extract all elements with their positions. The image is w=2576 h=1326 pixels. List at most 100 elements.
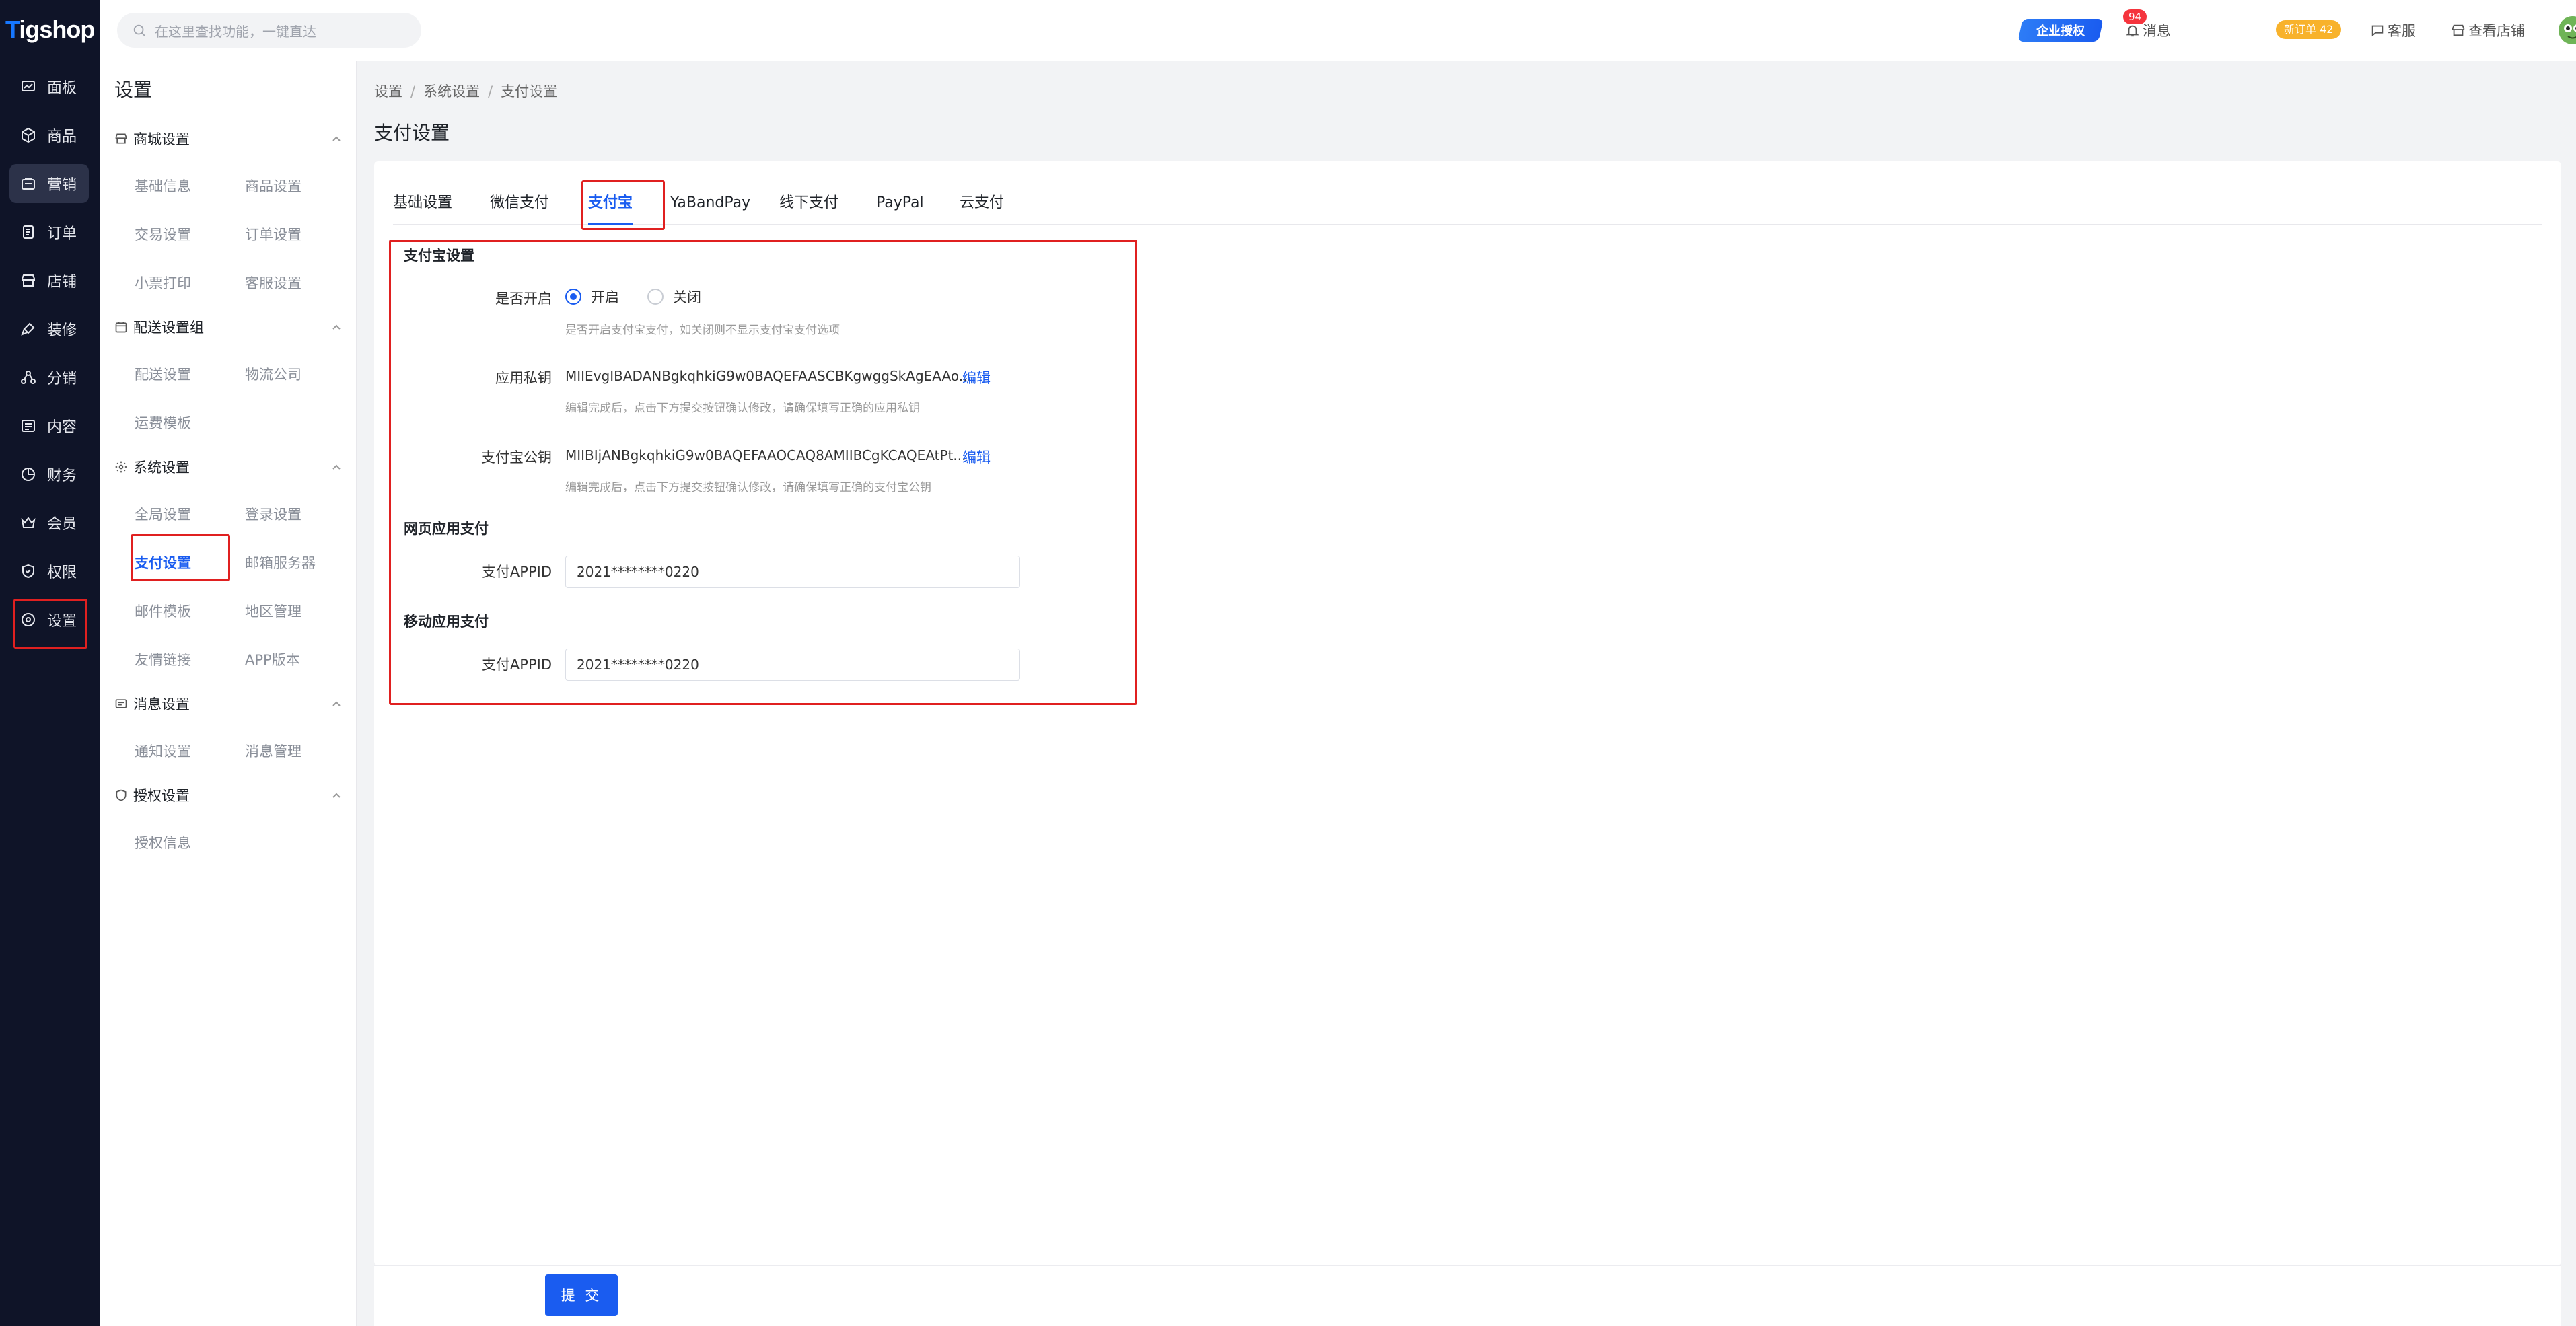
rail-item-finance[interactable]: 财务 bbox=[9, 455, 89, 494]
search-icon bbox=[133, 24, 145, 36]
chevron-up-icon bbox=[332, 793, 341, 798]
group-mall-settings[interactable]: 商城设置 bbox=[114, 125, 343, 152]
tab-paypal[interactable]: PayPal bbox=[876, 190, 924, 225]
document-icon bbox=[23, 225, 34, 239]
label-mobile-appid: 支付APPID bbox=[481, 657, 552, 673]
rail-item-permissions[interactable]: 权限 bbox=[9, 552, 89, 591]
chevron-up-icon bbox=[332, 701, 341, 706]
rail-item-content[interactable]: 内容 bbox=[9, 406, 89, 445]
chevron-up-icon bbox=[332, 464, 341, 470]
label-public-key: 支付宝公钥 bbox=[481, 449, 552, 466]
breadcrumb-separator: / bbox=[488, 83, 493, 100]
web-appid-input[interactable] bbox=[565, 556, 1020, 588]
sidebar-item-message-management[interactable]: 消息管理 bbox=[245, 737, 301, 764]
group-license-settings[interactable]: 授权设置 bbox=[114, 782, 343, 809]
sidebar-item-notification-settings[interactable]: 通知设置 bbox=[135, 737, 191, 764]
tab-cloud-pay[interactable]: 云支付 bbox=[960, 190, 1004, 225]
rail-item-orders[interactable]: 订单 bbox=[9, 213, 89, 252]
radio-circle bbox=[565, 289, 581, 305]
sidebar-item-app-version[interactable]: APP版本 bbox=[245, 646, 300, 673]
tab-alipay[interactable]: 支付宝 bbox=[588, 190, 633, 225]
footer-action-bar: 提 交 bbox=[374, 1265, 2561, 1326]
crown-icon bbox=[21, 517, 36, 528]
dashboard-icon bbox=[22, 81, 35, 91]
public-key-value: MIIBIjANBgkqhkiG9w0BAQEFAAOCAQ8AMIIBCgKC… bbox=[565, 447, 966, 464]
shield-icon bbox=[116, 789, 127, 801]
help-public-key: 编辑完成后，点击下方提交按钮确认修改，请确保填写正确的支付宝公钥 bbox=[565, 481, 931, 494]
sidebar-item-product-settings[interactable]: 商品设置 bbox=[245, 172, 301, 199]
tab-wechat-pay[interactable]: 微信支付 bbox=[490, 190, 549, 225]
group-delivery-settings[interactable]: 配送设置组 bbox=[114, 314, 343, 340]
tab-basic[interactable]: 基础设置 bbox=[393, 190, 452, 225]
global-search[interactable]: 在这里查找功能，一键直达 bbox=[117, 13, 421, 48]
store-icon bbox=[2452, 24, 2465, 36]
enterprise-license-badge[interactable]: 企业授权 bbox=[2017, 19, 2104, 42]
rail-item-decoration[interactable]: 装修 bbox=[9, 309, 89, 348]
tab-yabandpay[interactable]: YaBandPay bbox=[670, 190, 750, 225]
label-private-key: 应用私钥 bbox=[495, 370, 552, 386]
rail-item-marketing[interactable]: 营销 bbox=[9, 164, 89, 203]
sidebar-item-service-settings[interactable]: 客服设置 bbox=[245, 269, 301, 296]
view-store-link[interactable]: 查看店铺 bbox=[2451, 17, 2525, 43]
pie-chart-icon bbox=[22, 468, 35, 481]
customer-service-link[interactable]: 客服 bbox=[2370, 17, 2416, 43]
sidebar-item-mail-templates[interactable]: 邮件模板 bbox=[135, 597, 191, 624]
chevron-up-icon bbox=[332, 324, 341, 330]
settings-card: 基础设置 微信支付 支付宝 YaBandPay 线下支付 PayPal 云支付 … bbox=[374, 161, 2561, 1265]
sidebar-item-mail-server[interactable]: 邮箱服务器 bbox=[245, 549, 316, 576]
sidebar-item-basic-info[interactable]: 基础信息 bbox=[135, 172, 191, 199]
breadcrumb-item[interactable]: 设置 bbox=[374, 83, 402, 100]
sidebar-item-logistics-companies[interactable]: 物流公司 bbox=[245, 361, 301, 388]
avatar-face-icon bbox=[2559, 16, 2576, 44]
share-icon bbox=[21, 371, 36, 384]
avatar[interactable] bbox=[2559, 16, 2576, 44]
sidebar-item-friend-links[interactable]: 友情链接 bbox=[135, 646, 191, 673]
sidebar-item-global-settings[interactable]: 全局设置 bbox=[135, 501, 191, 527]
breadcrumb-item-current: 支付设置 bbox=[501, 83, 558, 100]
rail-item-products[interactable]: 商品 bbox=[9, 116, 89, 155]
edit-public-key-link[interactable]: 编辑 bbox=[962, 447, 991, 467]
help-private-key: 编辑完成后，点击下方提交按钮确认修改，请确保填写正确的应用私钥 bbox=[565, 402, 920, 415]
label-web-appid: 支付APPID bbox=[481, 564, 552, 580]
radio-enable-off[interactable]: 关闭 bbox=[647, 287, 701, 307]
rail-item-dashboard[interactable]: 面板 bbox=[9, 67, 89, 106]
rail-item-members[interactable]: 会员 bbox=[9, 503, 89, 542]
payment-tabs: 基础设置 微信支付 支付宝 YaBandPay 线下支付 PayPal 云支付 bbox=[393, 190, 2542, 225]
sidebar-item-shipping-templates[interactable]: 运费模板 bbox=[135, 409, 191, 436]
sidebar-item-delivery-settings[interactable]: 配送设置 bbox=[135, 361, 191, 388]
new-order-badge[interactable]: 新订单 42 bbox=[2276, 20, 2342, 39]
section-title-web-pay: 网页应用支付 bbox=[404, 521, 489, 537]
sidebar-item-payment-settings[interactable]: 支付设置 bbox=[135, 549, 191, 576]
settings-icon bbox=[22, 613, 35, 626]
rail-item-store[interactable]: 店铺 bbox=[9, 261, 89, 300]
group-message-settings[interactable]: 消息设置 bbox=[114, 690, 343, 717]
sidebar-item-receipt-print[interactable]: 小票打印 bbox=[135, 269, 191, 296]
sidebar-item-login-settings[interactable]: 登录设置 bbox=[245, 501, 301, 527]
rail-item-distribution[interactable]: 分销 bbox=[9, 358, 89, 397]
box-icon bbox=[22, 127, 35, 143]
section-title-mobile-pay: 移动应用支付 bbox=[404, 614, 489, 630]
chat-icon bbox=[2371, 25, 2384, 37]
sidebar-item-trade-settings[interactable]: 交易设置 bbox=[135, 221, 191, 248]
tab-offline-pay[interactable]: 线下支付 bbox=[779, 190, 838, 225]
settings-sidebar: 设置 商城设置 基础信息 商品设置 交易设置 订单设置 小票打印 客服设置 配送… bbox=[100, 61, 357, 1326]
app-logo[interactable]: Tigshop bbox=[0, 9, 100, 50]
mobile-appid-input[interactable] bbox=[565, 649, 1020, 681]
radio-enable-on[interactable]: 开启 bbox=[565, 287, 619, 307]
store-icon bbox=[22, 274, 35, 287]
calendar-icon bbox=[115, 322, 127, 333]
help-enable: 是否开启支付宝支付，如关闭则不显示支付宝支付选项 bbox=[565, 324, 840, 337]
highlight-box-alipay-form bbox=[389, 240, 1137, 705]
rail-item-settings[interactable]: 设置 bbox=[9, 600, 89, 639]
sidebar-item-region-management[interactable]: 地区管理 bbox=[245, 597, 301, 624]
group-system-settings[interactable]: 系统设置 bbox=[114, 453, 343, 480]
edit-private-key-link[interactable]: 编辑 bbox=[962, 367, 991, 388]
message-count-badge: 94 bbox=[2123, 9, 2147, 24]
sidebar-item-order-settings[interactable]: 订单设置 bbox=[245, 221, 301, 248]
submit-button[interactable]: 提 交 bbox=[545, 1274, 618, 1316]
breadcrumb-separator: / bbox=[410, 83, 416, 100]
breadcrumb-item[interactable]: 系统设置 bbox=[423, 83, 480, 100]
sidebar-item-license-info[interactable]: 授权信息 bbox=[135, 829, 191, 856]
bell-icon bbox=[2126, 25, 2139, 37]
main-nav-rail: Tigshop 面板 商品 营销 订单 店铺 装修 分销 内容 财务 会员 权限… bbox=[0, 0, 100, 1326]
